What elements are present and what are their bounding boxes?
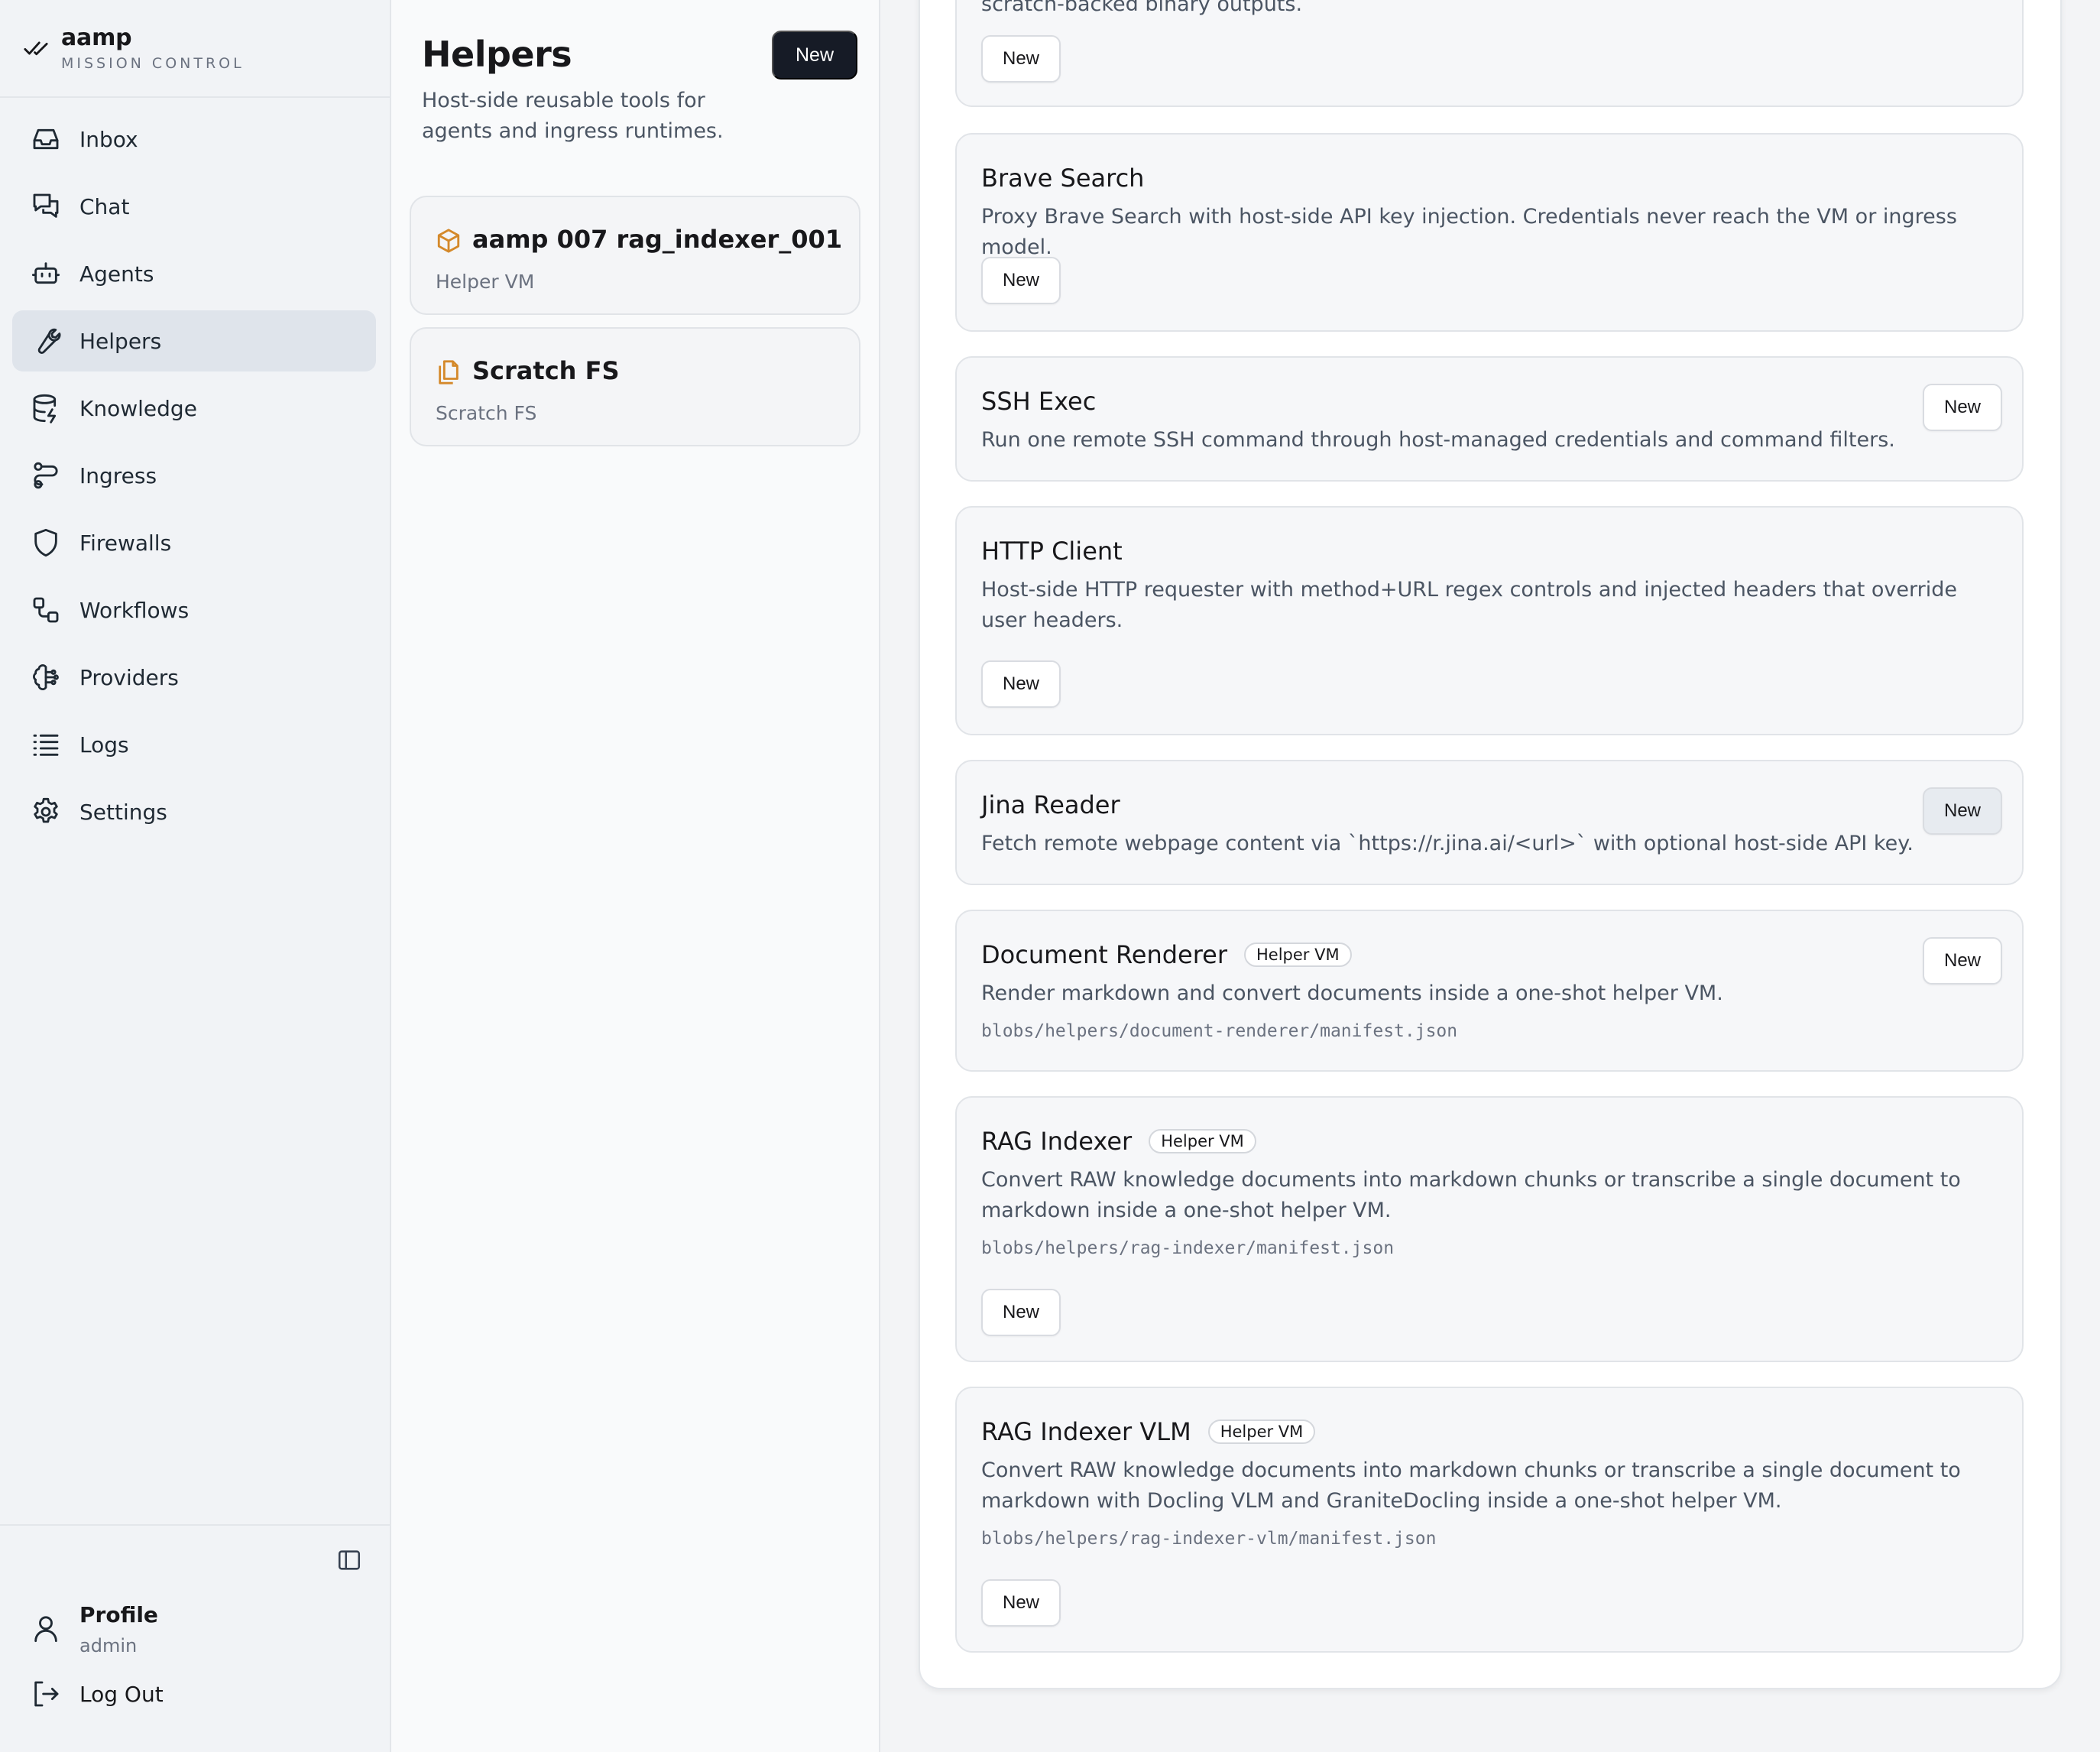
sidebar: aamp MISSION CONTROL Inbox Chat Agents H…: [0, 0, 391, 1752]
sidebar-item-label: Firewalls: [79, 530, 172, 556]
template-card-http-client: HTTP Client Host-side HTTP requester wit…: [955, 506, 2024, 735]
template-manifest-path: blobs/helpers/rag-indexer-vlm/manifest.j…: [981, 1529, 1437, 1549]
logout-icon: [34, 1681, 59, 1707]
double-check-icon: [24, 41, 48, 56]
new-template-button[interactable]: New: [981, 660, 1061, 708]
workflow-icon: [33, 597, 59, 623]
template-description: Proxy Brave Search with host-side API ke…: [981, 205, 1957, 259]
sidebar-item-workflows[interactable]: Workflows: [12, 579, 376, 641]
template-card-rag-indexer-vlm: RAG Indexer VLM Helper VM Convert RAW kn…: [955, 1387, 2024, 1653]
helper-type: Scratch FS: [436, 402, 537, 424]
new-template-button[interactable]: New: [1923, 787, 2002, 835]
helper-card[interactable]: aamp 007 rag_indexer_001 Helper VM: [410, 196, 860, 315]
app-name: aamp: [61, 24, 132, 51]
logout-label: Log Out: [79, 1681, 164, 1707]
robot-icon: [31, 262, 60, 284]
sidebar-item-label: Workflows: [79, 597, 190, 623]
sidebar-footer: Profile admin Log Out: [0, 1524, 390, 1752]
template-badge: Helper VM: [1149, 1129, 1256, 1153]
template-title: HTTP Client: [981, 537, 1123, 566]
new-template-button[interactable]: New: [981, 1289, 1061, 1336]
logout-button[interactable]: Log Out: [31, 1679, 164, 1709]
sidebar-item-inbox[interactable]: Inbox: [12, 109, 376, 170]
template-badge: Helper VM: [1244, 943, 1352, 967]
new-template-button[interactable]: New: [981, 35, 1061, 83]
template-description: scratch-backed binary outputs.: [981, 0, 1303, 16]
shield-icon: [34, 528, 57, 557]
page-title: Helpers: [422, 34, 572, 75]
sidebar-item-knowledge[interactable]: Knowledge: [12, 378, 376, 439]
sidebar-item-label: Ingress: [79, 462, 157, 488]
template-manifest-path: blobs/helpers/document-renderer/manifest…: [981, 1021, 1458, 1041]
sidebar-toggle-icon[interactable]: [336, 1547, 362, 1573]
template-badge: Helper VM: [1207, 1419, 1316, 1444]
template-description: Render markdown and convert documents in…: [981, 981, 1723, 1005]
sidebar-item-label: Chat: [79, 193, 130, 219]
sidebar-item-providers[interactable]: Providers: [12, 647, 376, 708]
sidebar-item-chat[interactable]: Chat: [12, 176, 376, 237]
route-icon: [34, 462, 58, 489]
sidebar-item-firewalls[interactable]: Firewalls: [12, 512, 376, 573]
files-icon: [439, 360, 459, 384]
wrench-icon: [37, 328, 61, 354]
template-title: SSH Exec: [981, 387, 1097, 416]
sidebar-item-label: Helpers: [79, 328, 162, 354]
template-manifest-path: blobs/helpers/rag-indexer/manifest.json: [981, 1238, 1395, 1258]
profile-name: Profile: [79, 1602, 158, 1627]
new-template-button[interactable]: New: [981, 257, 1061, 304]
sidebar-item-agents[interactable]: Agents: [12, 243, 376, 304]
template-description: Convert RAW knowledge documents into mar…: [981, 1458, 1961, 1513]
template-title: RAG Indexer: [981, 1127, 1133, 1156]
new-helper-button[interactable]: New: [772, 31, 857, 79]
sidebar-item-helpers[interactable]: Helpers: [12, 310, 376, 371]
template-card-ssh-exec: SSH Exec Run one remote SSH command thro…: [955, 356, 2024, 482]
sidebar-item-label: Knowledge: [79, 395, 197, 421]
helper-card[interactable]: Scratch FS Scratch FS: [410, 327, 860, 446]
gear-icon: [34, 797, 58, 823]
sidebar-item-logs[interactable]: Logs: [12, 714, 376, 775]
new-template-button[interactable]: New: [1923, 937, 2002, 985]
helper-title: Scratch FS: [472, 356, 620, 385]
helper-title: aamp 007 rag_indexer_001: [472, 225, 843, 254]
helpers-list-pane: Helpers Host-side reusable tools for age…: [391, 0, 880, 1752]
template-title: Brave Search: [981, 164, 1145, 193]
sidebar-item-label: Logs: [79, 732, 129, 758]
sidebar-item-label: Agents: [79, 261, 154, 287]
sidebar-item-ingress[interactable]: Ingress: [12, 445, 376, 506]
profile-button[interactable]: Profile admin: [31, 1602, 158, 1656]
template-card-brave-search: Brave Search Proxy Brave Search with hos…: [955, 133, 2024, 332]
inbox-icon: [33, 128, 59, 150]
list-icon: [33, 734, 59, 756]
template-card-jina-reader: Jina Reader Fetch remote webpage content…: [955, 760, 2024, 885]
user-icon: [34, 1616, 57, 1643]
template-description: Fetch remote webpage content via `https:…: [981, 832, 1914, 855]
sidebar-item-label: Providers: [79, 664, 179, 690]
database-icon: [33, 394, 57, 423]
brain-icon: [33, 664, 59, 691]
template-card-clipped: scratch-backed binary outputs. New: [955, 0, 2024, 107]
page-description: Host-side reusable tools for agents and …: [422, 89, 724, 143]
template-title: Document Renderer: [981, 940, 1228, 969]
helper-type: Helper VM: [436, 271, 535, 293]
sidebar-item-label: Inbox: [79, 126, 138, 152]
template-description: Run one remote SSH command through host-…: [981, 428, 1895, 452]
profile-role: admin: [79, 1635, 138, 1656]
app-subtitle: MISSION CONTROL: [61, 54, 245, 72]
template-card-rag-indexer: RAG Indexer Helper VM Convert RAW knowle…: [955, 1096, 2024, 1362]
chat-icon: [33, 193, 59, 218]
template-title: Jina Reader: [981, 790, 1120, 819]
template-card-document-renderer: Document Renderer Helper VM Render markd…: [955, 910, 2024, 1072]
brand[interactable]: aamp MISSION CONTROL: [0, 0, 390, 98]
template-title: RAG Indexer VLM: [981, 1417, 1191, 1446]
new-template-button[interactable]: New: [981, 1579, 1061, 1627]
sidebar-item-settings[interactable]: Settings: [12, 781, 376, 842]
sidebar-nav: Inbox Chat Agents Helpers Knowledge Ingr…: [0, 98, 390, 842]
template-description: Host-side HTTP requester with method+URL…: [981, 578, 1957, 632]
cube-icon: [437, 229, 460, 253]
new-template-button[interactable]: New: [1923, 384, 2002, 431]
template-description: Convert RAW knowledge documents into mar…: [981, 1168, 1961, 1222]
sidebar-item-label: Settings: [79, 799, 167, 825]
